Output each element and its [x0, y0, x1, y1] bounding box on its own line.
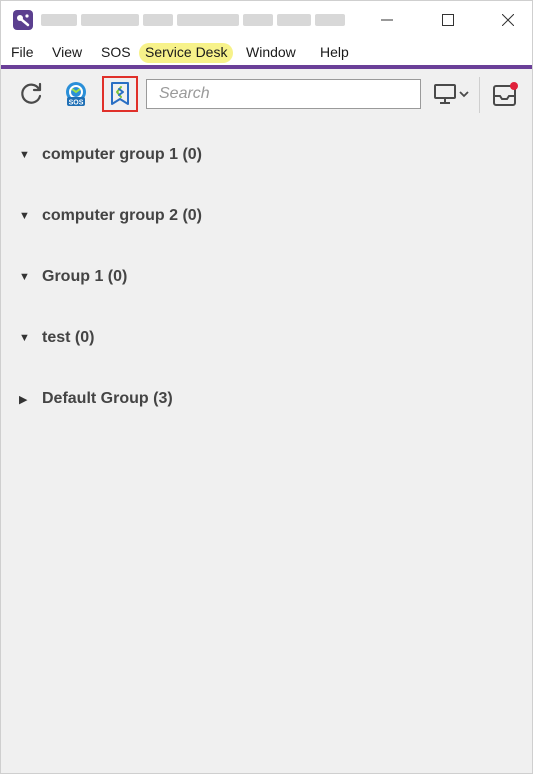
collapsed-arrow-icon[interactable]: ▶ — [19, 393, 33, 406]
group-label: computer group 1 (0) — [42, 146, 203, 163]
group-row[interactable]: ▼ computer group 2 (0) — [19, 205, 202, 227]
close-icon — [502, 14, 514, 26]
menu-view[interactable]: View — [50, 43, 84, 63]
monitor-icon — [434, 84, 456, 104]
search-input[interactable] — [147, 80, 420, 108]
sos-button[interactable]: SOS — [60, 78, 92, 110]
menu-service-desk[interactable]: Service Desk — [139, 43, 234, 63]
minimize-button[interactable] — [364, 1, 410, 39]
expanded-arrow-icon[interactable]: ▼ — [19, 210, 33, 222]
group-row[interactable]: ▼ Group 1 (0) — [19, 266, 127, 288]
close-button[interactable] — [485, 1, 531, 39]
maximize-button[interactable] — [425, 1, 471, 39]
search-field[interactable] — [146, 79, 421, 109]
app-window: File View SOS Service Desk Window Help S… — [0, 0, 533, 774]
group-label: Group 1 (0) — [42, 268, 128, 285]
service-desk-button[interactable] — [102, 76, 138, 112]
menu-sos[interactable]: SOS — [99, 43, 133, 63]
inbox-button[interactable] — [489, 78, 521, 110]
menu-help[interactable]: Help — [318, 43, 351, 63]
window-title-redacted — [41, 11, 351, 29]
refresh-icon — [21, 82, 42, 104]
refresh-button[interactable] — [15, 78, 47, 110]
group-row[interactable]: ▼ computer group 1 (0) — [19, 144, 202, 166]
title-bar — [1, 1, 532, 39]
toolbar-divider — [479, 77, 480, 113]
group-label: computer group 2 (0) — [42, 207, 203, 224]
group-row[interactable]: ▼ test (0) — [19, 327, 94, 349]
expanded-arrow-icon[interactable]: ▼ — [19, 271, 33, 283]
menu-window[interactable]: Window — [244, 43, 298, 63]
inbox-notification-icon — [493, 82, 518, 106]
monitor-dropdown-button[interactable] — [429, 78, 473, 110]
expanded-arrow-icon[interactable]: ▼ — [19, 149, 33, 161]
menu-file[interactable]: File — [9, 43, 36, 63]
sos-icon: SOS — [66, 82, 86, 107]
minimize-icon — [381, 19, 393, 21]
maximize-icon — [442, 14, 454, 26]
menu-bar: File View SOS Service Desk Window Help — [1, 39, 532, 65]
group-row[interactable]: ▶ Default Group (3) — [19, 388, 173, 410]
expanded-arrow-icon[interactable]: ▼ — [19, 332, 33, 344]
group-label: Default Group (3) — [42, 390, 173, 407]
service-desk-icon — [111, 82, 129, 105]
svg-text:SOS: SOS — [69, 100, 84, 107]
app-logo-icon — [13, 10, 33, 30]
group-label: test (0) — [42, 329, 95, 346]
chevron-down-icon — [459, 91, 469, 98]
